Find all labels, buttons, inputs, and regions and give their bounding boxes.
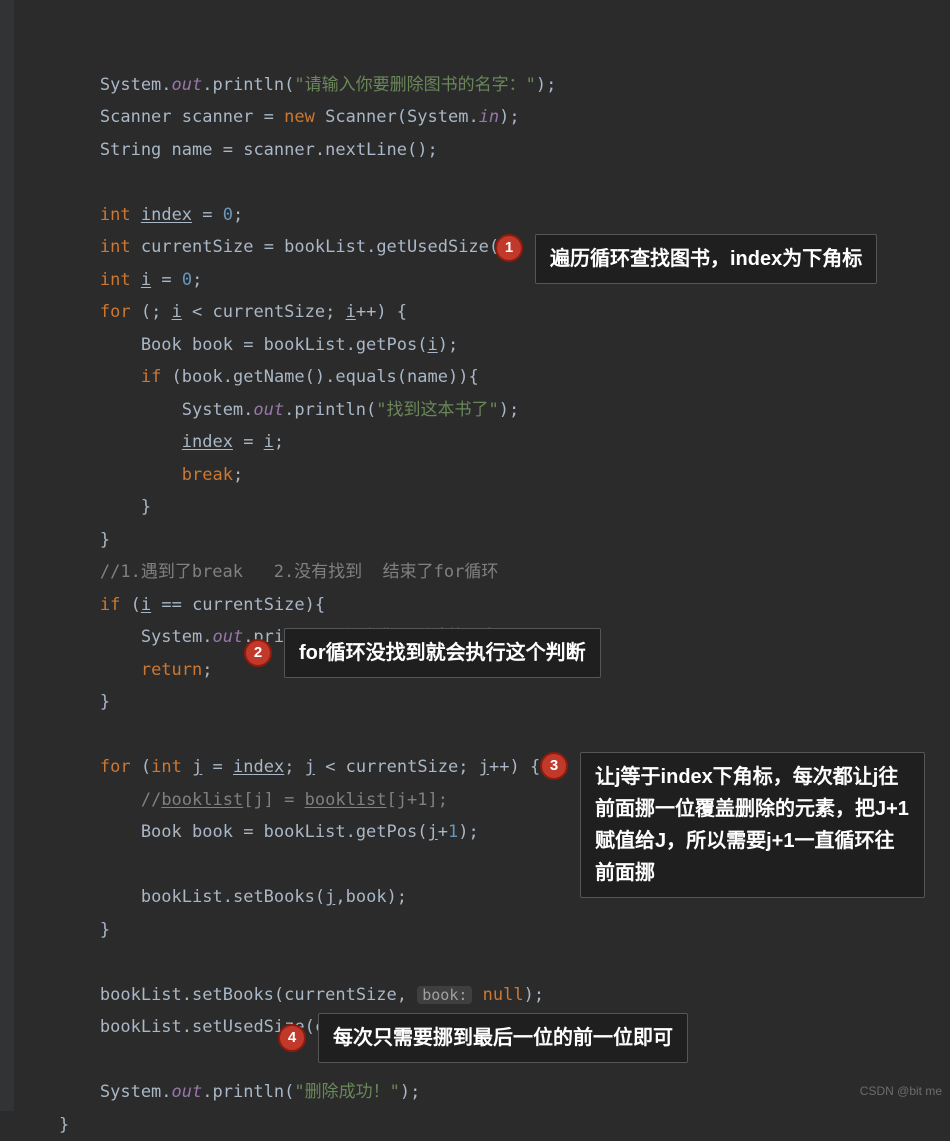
code-line: break; xyxy=(18,465,243,485)
code-line: for (int j = index; j < currentSize; j++… xyxy=(18,757,540,777)
code-line: String name = scanner.nextLine(); xyxy=(18,140,438,160)
code-line: //booklist[j] = booklist[j+1]; xyxy=(18,790,448,810)
editor-gutter xyxy=(0,0,14,1111)
annotation-badge: 2 xyxy=(244,639,272,667)
code-line: System.out.println("请输入你要删除图书的名字："); xyxy=(18,75,556,95)
annotation-badge: 3 xyxy=(540,752,568,780)
annotation-callout-2: 2 for循环没找到就会执行这个判断 xyxy=(244,628,601,678)
code-line: } xyxy=(18,920,110,940)
code-line: System.out.println("删除成功！"); xyxy=(18,1082,420,1102)
annotation-text: 遍历循环查找图书，index为下角标 xyxy=(535,234,877,284)
code-line: int currentSize = bookList.getUsedSize()… xyxy=(18,237,520,257)
code-line: bookList.setBooks(j,book); xyxy=(18,887,407,907)
code-line: for (; i < currentSize; i++) { xyxy=(18,302,407,322)
code-line: } xyxy=(18,692,110,712)
annotation-text: for循环没找到就会执行这个判断 xyxy=(284,628,601,678)
code-line: } xyxy=(18,497,151,517)
annotation-callout-3: 3 让j等于index下角标，每次都让j往前面挪一位覆盖删除的元素，把J+1赋值… xyxy=(540,752,925,898)
code-line: int index = 0; xyxy=(18,205,243,225)
code-line: bookList.setBooks(currentSize, book: nul… xyxy=(18,985,544,1005)
code-line: int i = 0; xyxy=(18,270,202,290)
code-line: if (i == currentSize){ xyxy=(18,595,325,615)
code-block: System.out.println("请输入你要删除图书的名字："); Sca… xyxy=(18,0,556,1141)
annotation-text: 让j等于index下角标，每次都让j往前面挪一位覆盖删除的元素，把J+1赋值给J… xyxy=(580,752,925,898)
code-line: return; xyxy=(18,660,213,680)
annotation-badge: 1 xyxy=(495,234,523,262)
annotation-badge: 4 xyxy=(278,1024,306,1052)
code-line: } xyxy=(18,530,110,550)
code-line: Scanner scanner = new Scanner(System.in)… xyxy=(18,107,520,127)
code-line: index = i; xyxy=(18,432,284,452)
annotation-callout-1: 1 遍历循环查找图书，index为下角标 xyxy=(495,234,877,284)
annotation-callout-4: 4 每次只需要挪到最后一位的前一位即可 xyxy=(278,1013,688,1063)
code-line: Book book = bookList.getPos(j+1); xyxy=(18,822,479,842)
code-line: if (book.getName().equals(name)){ xyxy=(18,367,479,387)
code-line: //1.遇到了break 2.没有找到 结束了for循环 xyxy=(18,562,498,582)
annotation-text: 每次只需要挪到最后一位的前一位即可 xyxy=(318,1013,688,1063)
code-line: } xyxy=(18,1115,69,1135)
code-line: System.out.println("找到这本书了"); xyxy=(18,400,519,420)
code-line: Book book = bookList.getPos(i); xyxy=(18,335,458,355)
watermark-text: CSDN @bit me xyxy=(860,1075,942,1108)
